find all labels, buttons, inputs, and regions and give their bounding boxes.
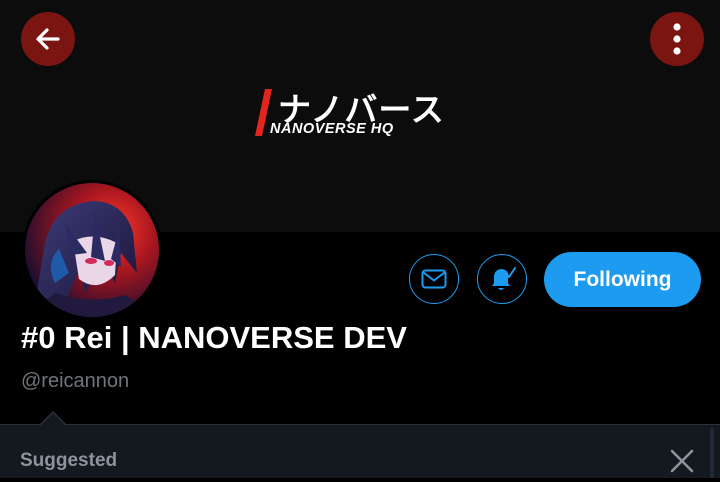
arrow-left-icon	[36, 28, 60, 50]
back-button[interactable]	[21, 12, 75, 66]
notifications-button[interactable]	[477, 254, 527, 304]
mail-icon	[421, 269, 447, 289]
more-options-button[interactable]	[650, 12, 704, 66]
suggested-caret-fill	[41, 413, 65, 425]
suggested-label: Suggested	[20, 450, 118, 471]
close-icon	[670, 449, 694, 473]
message-button[interactable]	[409, 254, 459, 304]
scrollbar[interactable]	[710, 428, 714, 478]
profile-handle: @reicannon	[21, 370, 130, 392]
avatar-image	[25, 183, 159, 317]
following-button[interactable]: Following	[544, 252, 701, 307]
profile-display-name: #0 Rei | NANOVERSE DEV	[21, 320, 407, 355]
more-vertical-icon	[673, 23, 681, 55]
banner-logo: ナノバース NANOVERSE HQ	[255, 85, 468, 143]
logo-english-text: NANOVERSE HQ	[270, 121, 394, 137]
dismiss-suggested-button[interactable]	[666, 445, 698, 477]
bell-check-icon	[492, 267, 516, 290]
avatar[interactable]	[22, 180, 162, 320]
